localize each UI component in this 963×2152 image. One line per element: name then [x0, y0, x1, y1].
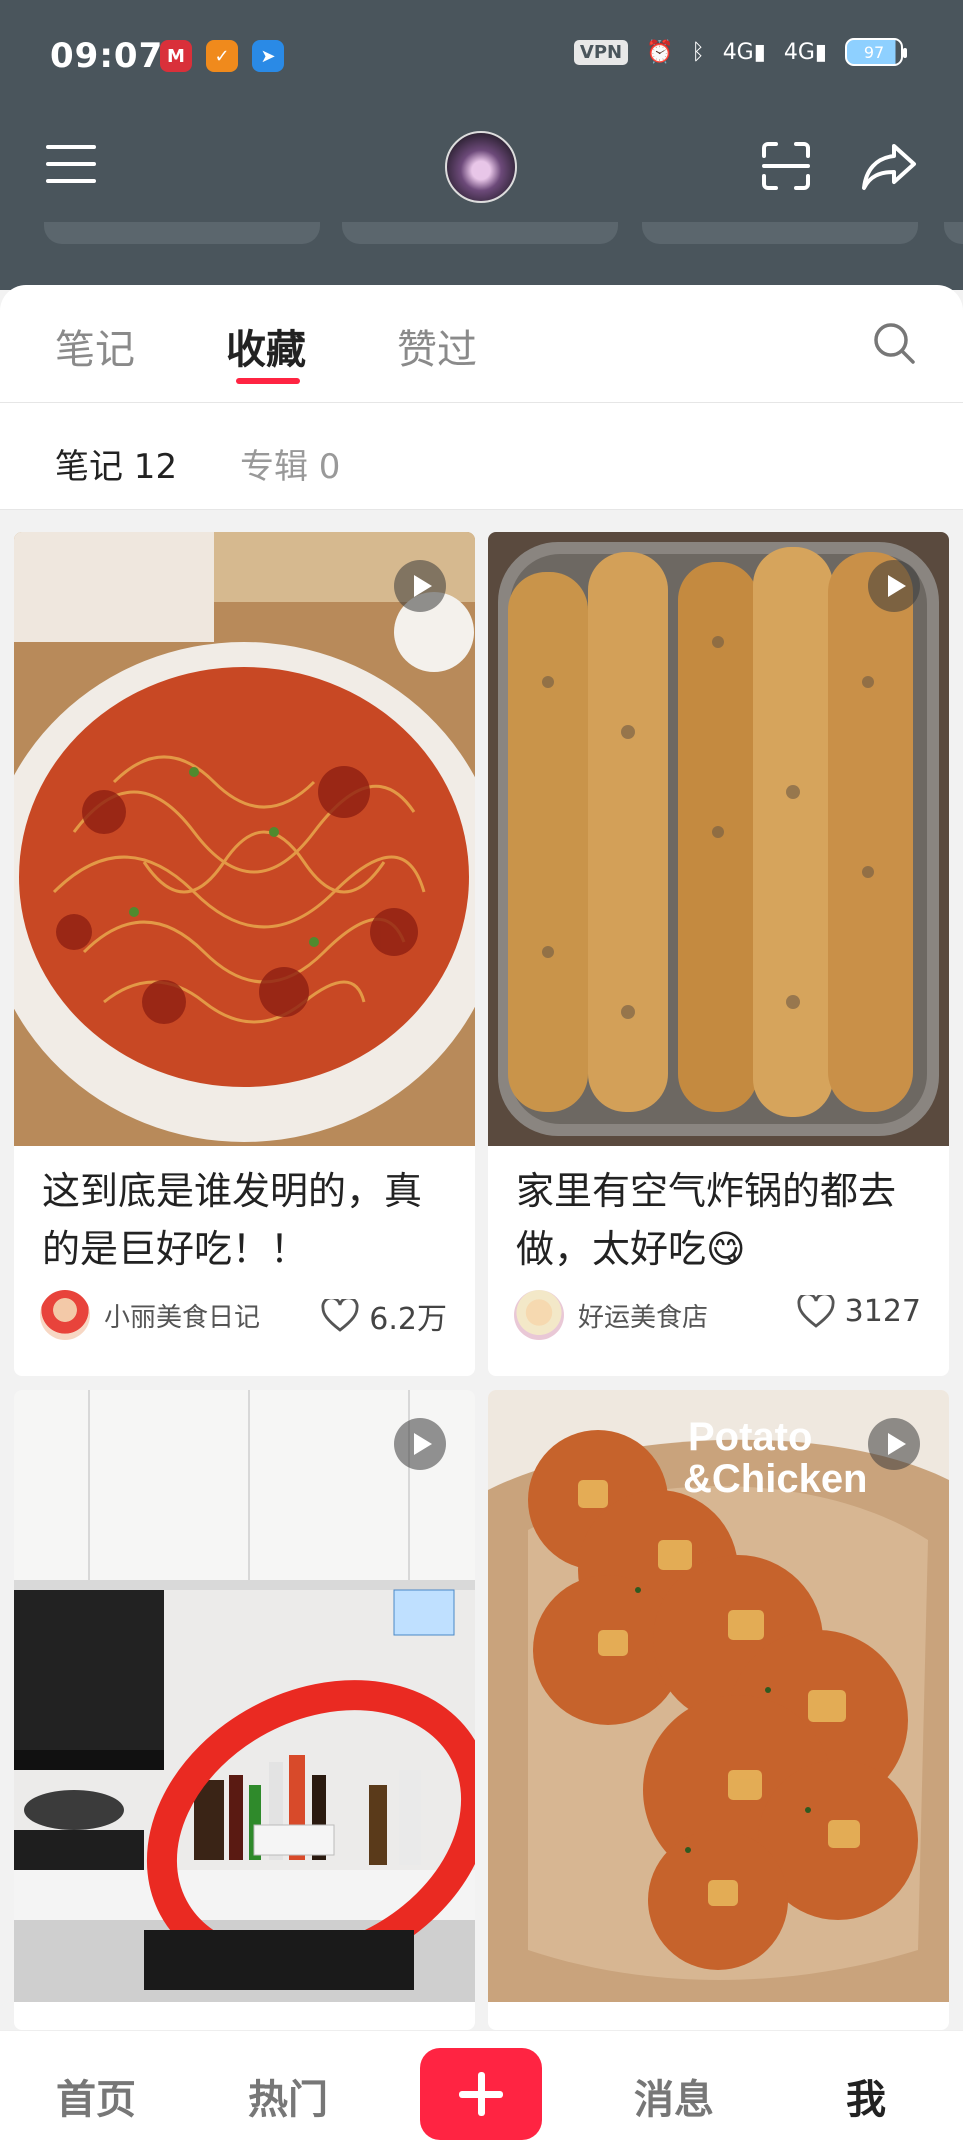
search-icon[interactable]: [872, 321, 916, 365]
bottom-navigation: 首页 热门 消息 我: [0, 2030, 963, 2152]
card-author[interactable]: 小丽美食日记: [40, 1290, 260, 1340]
overlay-text-line1: Potato: [688, 1415, 812, 1459]
vpn-badge: VPN: [573, 39, 629, 65]
heart-icon: [797, 1294, 835, 1328]
scan-icon[interactable]: [760, 140, 812, 192]
active-tab-indicator: [236, 378, 300, 384]
network-type-1: 4G: [722, 39, 754, 65]
card-title: 家里有空气炸锅的都去做，太好吃😋: [516, 1169, 897, 1271]
author-avatar: [514, 1290, 564, 1340]
like-button[interactable]: 6.2万: [321, 1294, 447, 1338]
tab-notes[interactable]: 笔记: [55, 317, 135, 375]
card-author[interactable]: 好运美食店: [514, 1290, 708, 1340]
bank-app-icon: M: [160, 40, 192, 72]
profile-content-panel: 笔记 收藏 赞过 笔记 12 专辑 0: [0, 285, 963, 510]
battery-level: 97: [863, 42, 885, 62]
bluetooth-icon: ᛒ: [691, 39, 705, 65]
status-bar: 09:07 M ✓ ➤ VPN ⏰ ᛒ 4G▮ 4G▮ 97: [0, 0, 963, 112]
battery-icon: 97: [845, 38, 907, 66]
profile-tabs: 笔记 收藏 赞过: [0, 285, 963, 403]
create-post-button[interactable]: [420, 2048, 542, 2140]
subtab-albums[interactable]: 专辑 0: [240, 439, 340, 488]
status-time: 09:07: [50, 36, 164, 76]
nav-home[interactable]: 首页: [56, 2067, 136, 2125]
video-play-icon: [394, 560, 446, 612]
nav-me[interactable]: 我: [846, 2067, 886, 2125]
nav-messages[interactable]: 消息: [634, 2067, 714, 2125]
like-button[interactable]: 3127: [797, 1294, 921, 1329]
author-name: 好运美食店: [578, 1302, 709, 1333]
like-count: 6.2万: [369, 1302, 447, 1337]
signal1-icon: 4G▮: [722, 39, 766, 65]
author-avatar: [40, 1290, 90, 1340]
like-count: 3127: [844, 1294, 921, 1329]
orange-app-icon: ✓: [206, 40, 238, 72]
signal2-icon: 4G▮: [783, 39, 827, 65]
notification-icons: M ✓ ➤: [160, 40, 284, 72]
note-card[interactable]: [14, 1390, 475, 2030]
collapsed-profile-strip: [0, 222, 963, 244]
card-title: 这到底是谁发明的，真的是巨好吃！！: [42, 1169, 423, 1271]
video-play-icon: [868, 560, 920, 612]
subtab-notes[interactable]: 笔记 12: [55, 439, 177, 488]
blue-app-icon: ➤: [252, 40, 284, 72]
alarm-icon: ⏰: [646, 39, 674, 65]
system-indicators: VPN ⏰ ᛒ 4G▮ 4G▮ 97: [573, 38, 907, 66]
card-cover-kitchen: [14, 1390, 475, 2002]
card-cover-fried-rolls: [488, 532, 949, 1146]
share-icon[interactable]: [860, 140, 918, 192]
video-play-icon: [868, 1418, 920, 1470]
note-card[interactable]: Potato &Chicken: [488, 1390, 949, 2030]
nav-hot[interactable]: 热门: [248, 2067, 328, 2125]
video-play-icon: [394, 1418, 446, 1470]
tab-favorites[interactable]: 收藏: [226, 317, 306, 375]
heart-icon: [321, 1299, 359, 1332]
top-bar: 09:07 M ✓ ➤ VPN ⏰ ᛒ 4G▮ 4G▮ 97: [0, 0, 963, 290]
avatar[interactable]: [445, 131, 517, 203]
note-card[interactable]: 家里有空气炸锅的都去做，太好吃😋 好运美食店 3127: [488, 532, 949, 1376]
author-name: 小丽美食日记: [104, 1302, 261, 1333]
network-type-2: 4G: [783, 39, 815, 65]
card-cover-noodles: [14, 532, 475, 1146]
tab-liked[interactable]: 赞过: [397, 317, 477, 375]
card-cover-potato-chicken: Potato &Chicken: [488, 1390, 949, 2002]
note-card[interactable]: 这到底是谁发明的，真的是巨好吃！！ 小丽美食日记 6.2万: [14, 532, 475, 1376]
overlay-text-line2: &Chicken: [683, 1457, 868, 1501]
favorites-subtabs: 笔记 12 专辑 0: [0, 403, 963, 510]
menu-icon[interactable]: [46, 145, 96, 185]
